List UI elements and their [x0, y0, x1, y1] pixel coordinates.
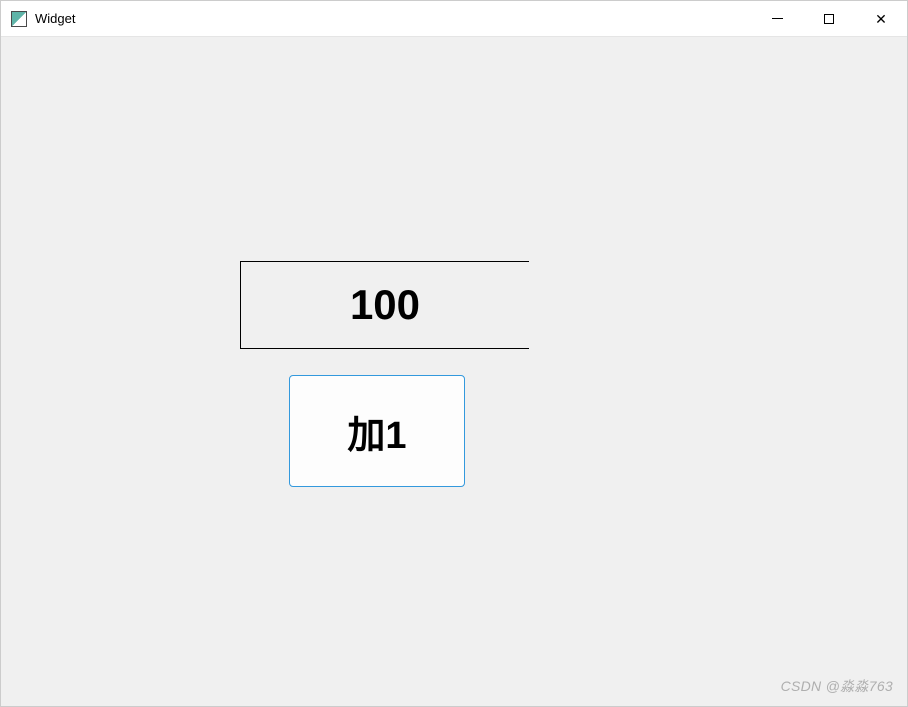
titlebar-left: Widget	[1, 11, 75, 27]
close-button[interactable]: ✕	[855, 1, 907, 36]
maximize-button[interactable]	[803, 1, 855, 36]
counter-display: 100	[240, 261, 529, 349]
app-window: Widget ✕ 100 加1 CSDN @淼淼763	[0, 0, 908, 707]
client-area: 100 加1 CSDN @淼淼763	[1, 37, 907, 706]
window-controls: ✕	[751, 1, 907, 36]
watermark-text: CSDN @淼淼763	[781, 676, 893, 696]
maximize-icon	[824, 14, 834, 24]
window-title: Widget	[35, 11, 75, 26]
minimize-icon	[772, 18, 783, 19]
titlebar: Widget ✕	[1, 1, 907, 37]
increment-button[interactable]: 加1	[289, 375, 465, 487]
app-icon	[11, 11, 27, 27]
minimize-button[interactable]	[751, 1, 803, 36]
close-icon: ✕	[875, 12, 887, 26]
